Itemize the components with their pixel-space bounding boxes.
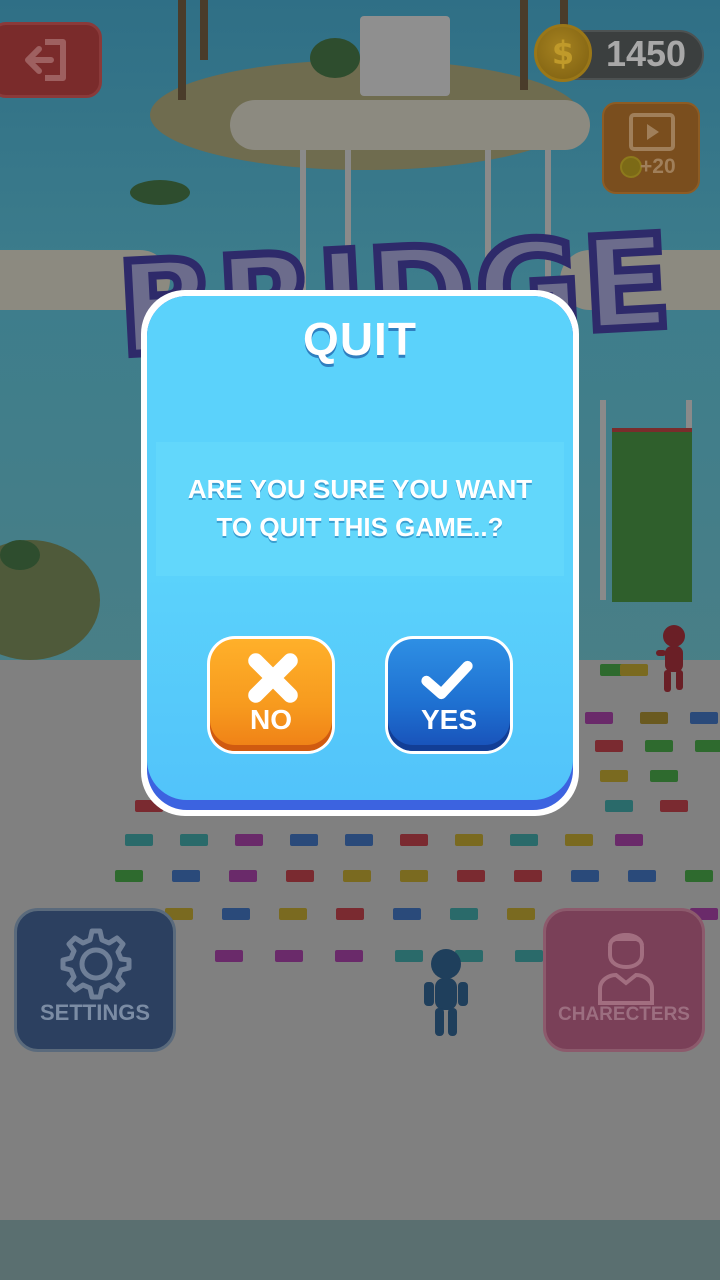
tile (343, 870, 371, 882)
tile (286, 870, 314, 882)
gear-icon (60, 928, 132, 1000)
tile (345, 834, 373, 846)
tile (640, 712, 668, 724)
tile (215, 950, 243, 962)
rival-runner (656, 625, 685, 692)
tile (585, 712, 613, 724)
dialog-title: QUIT (303, 313, 417, 365)
tile (595, 740, 623, 752)
tile (690, 712, 718, 724)
green-platform (612, 432, 692, 602)
tile (180, 834, 208, 846)
island-path (230, 100, 590, 150)
tile (605, 800, 633, 812)
message-line-1: ARE YOU SURE YOU WANT (187, 474, 533, 504)
tile (628, 870, 656, 882)
tile (600, 770, 628, 782)
reward-coin-icon (620, 156, 642, 178)
tile (507, 908, 535, 920)
tile (455, 834, 483, 846)
tile (450, 908, 478, 920)
watch-video-button[interactable] (602, 102, 700, 194)
tree (0, 540, 40, 570)
tile (510, 834, 538, 846)
tile (235, 834, 263, 846)
tile (279, 908, 307, 920)
check-icon (421, 660, 473, 700)
dialog-message: ARE YOU SURE YOU WANT TO QUIT THIS GAME.… (156, 470, 564, 546)
exit-icon (25, 39, 66, 81)
tile (645, 740, 673, 752)
tile (393, 908, 421, 920)
tile (457, 870, 485, 882)
tile (125, 834, 153, 846)
video-reward-amount: +20 (640, 155, 676, 178)
characters-button[interactable] (543, 908, 705, 1052)
tile (685, 870, 713, 882)
characters-label: CHARECTERS (558, 1004, 690, 1025)
close-icon (248, 653, 298, 703)
tile (275, 950, 303, 962)
tile (335, 950, 363, 962)
tile (229, 870, 257, 882)
tile (660, 800, 688, 812)
tile (395, 950, 423, 962)
video-icon (629, 113, 675, 151)
player-runner (424, 949, 468, 1036)
coin-value: 1450 (605, 33, 687, 74)
tile (650, 770, 678, 782)
tile (514, 870, 542, 882)
palm-trunk (178, 0, 186, 100)
yes-label: YES (420, 704, 478, 735)
tile (695, 740, 720, 752)
tile (565, 834, 593, 846)
tile (222, 908, 250, 920)
palm-trunk (520, 0, 528, 90)
tile (400, 870, 428, 882)
no-button[interactable]: NO (207, 636, 335, 754)
settings-label: SETTINGS (39, 1000, 150, 1025)
no-label: NO (250, 704, 292, 735)
coin-symbol: $ (551, 34, 575, 72)
tile (515, 950, 543, 962)
floor-edge (0, 1220, 720, 1280)
character-icon (598, 933, 654, 1005)
tile (336, 908, 364, 920)
message-line-2: TO QUIT THIS GAME..? (216, 512, 504, 542)
tile (290, 834, 318, 846)
palm-trunk (200, 0, 208, 60)
tile (400, 834, 428, 846)
tree (310, 38, 360, 78)
coin-icon: $ (534, 24, 592, 82)
tile (115, 870, 143, 882)
tile (571, 870, 599, 882)
tree (130, 180, 190, 205)
castle (360, 16, 450, 96)
settings-button[interactable] (14, 908, 176, 1052)
bridge-rail (600, 400, 606, 600)
exit-button[interactable] (0, 22, 102, 98)
yes-button[interactable]: YES (385, 636, 513, 754)
tile (172, 870, 200, 882)
tile (620, 664, 648, 676)
tile (615, 834, 643, 846)
